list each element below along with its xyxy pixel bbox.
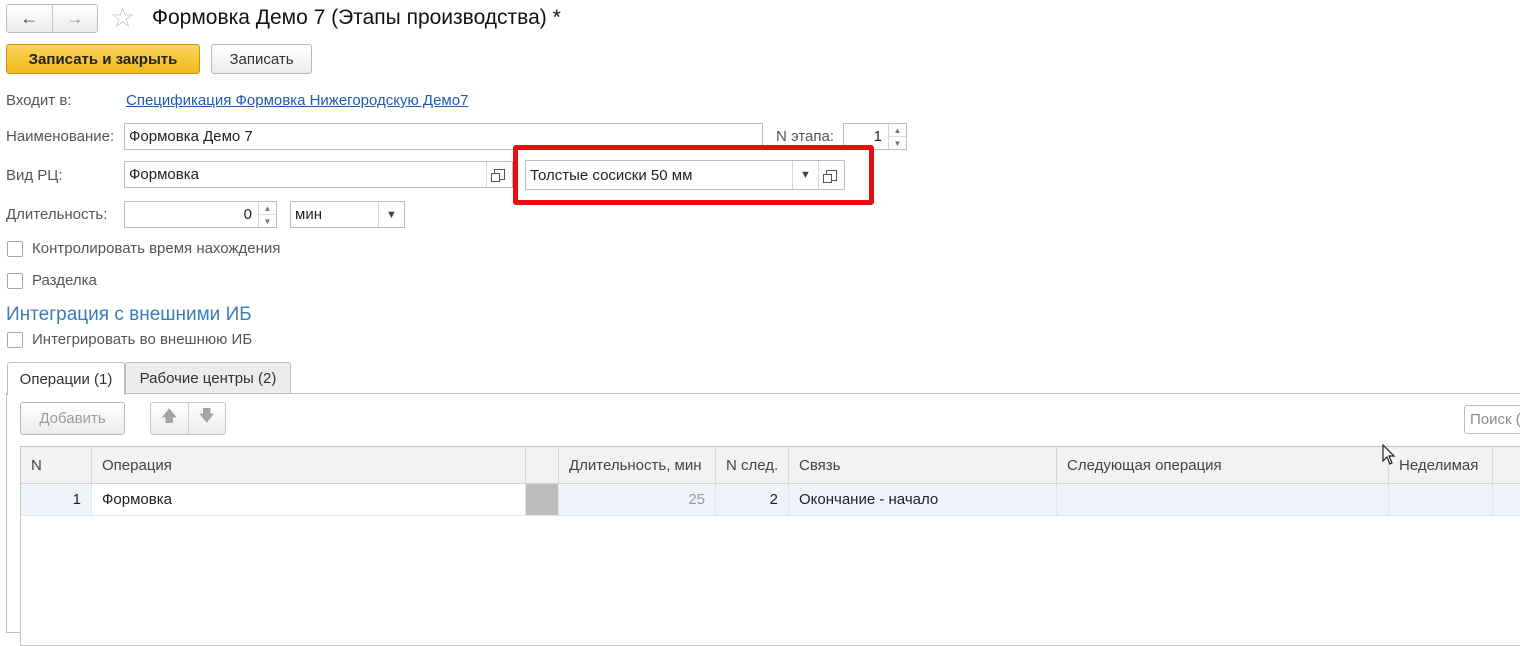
open-icon[interactable] xyxy=(486,162,512,187)
col-header-next-operation[interactable]: Следующая операция xyxy=(1057,447,1389,483)
wc-type-input[interactable]: Формовка xyxy=(124,161,513,188)
forward-arrow-icon[interactable]: → xyxy=(51,5,98,32)
move-buttons: 🡅 🡇 xyxy=(150,402,226,435)
integrate-row: Интегрировать во внешнюю ИБ xyxy=(7,331,252,348)
cutting-label: Разделка xyxy=(32,272,97,289)
col-header-n[interactable]: N xyxy=(21,447,92,483)
duration-spinner[interactable]: ▲ ▼ xyxy=(258,202,276,227)
integration-section-title: Интеграция с внешними ИБ xyxy=(6,304,252,325)
save-and-close-button[interactable]: Записать и закрыть xyxy=(6,44,200,74)
name-value: Формовка Демо 7 xyxy=(129,128,253,145)
duration-label: Длительность: xyxy=(6,206,108,223)
cell-next-n: 2 xyxy=(716,484,789,515)
star-icon[interactable]: ☆ xyxy=(110,2,135,34)
integrate-checkbox[interactable] xyxy=(7,331,23,348)
control-time-label: Контролировать время нахождения xyxy=(32,240,281,257)
wc-type-value: Формовка xyxy=(129,166,199,183)
nav-buttons: ← → xyxy=(6,4,98,33)
col-header-link[interactable]: Связь xyxy=(789,447,1057,483)
control-time-row: Контролировать время нахождения xyxy=(7,240,280,257)
cell-next-operation xyxy=(1057,484,1389,515)
duration-unit-value: мин xyxy=(295,206,322,223)
mouse-cursor-icon xyxy=(1382,444,1396,465)
cell-operation: Формовка xyxy=(92,484,526,515)
parent-spec-link[interactable]: Спецификация Формовка Нижегородскую Демо… xyxy=(126,92,468,109)
stage-number-label: N этапа: xyxy=(776,128,835,145)
tab-work-centers[interactable]: Рабочие центры (2) xyxy=(125,362,291,394)
search-input[interactable]: Поиск ( xyxy=(1464,405,1520,434)
duration-unit-select[interactable]: мин ▼ xyxy=(290,201,405,228)
highlight-frame xyxy=(513,145,874,205)
save-button[interactable]: Записать xyxy=(211,44,312,74)
cutting-row: Разделка xyxy=(7,272,97,289)
col-header-next-n[interactable]: N след. xyxy=(716,447,789,483)
integrate-label: Интегрировать во внешнюю ИБ xyxy=(32,331,253,348)
table-header: N Операция Длительность, мин N след. Свя… xyxy=(21,447,1520,484)
col-header-duration[interactable]: Длительность, мин xyxy=(559,447,716,483)
cell-duration: 25 xyxy=(559,484,716,515)
tab-operations[interactable]: Операции (1) xyxy=(7,362,125,395)
stage-number-value: 1 xyxy=(873,128,882,145)
add-button[interactable]: Добавить xyxy=(20,402,125,435)
move-up-icon[interactable]: 🡅 xyxy=(151,403,188,434)
wc-type-label: Вид РЦ: xyxy=(6,167,63,184)
dropdown-arrow-icon[interactable]: ▼ xyxy=(378,202,404,227)
name-label: Наименование: xyxy=(6,128,115,145)
cutting-checkbox[interactable] xyxy=(7,272,23,289)
col-header-indivisible[interactable]: Неделимая xyxy=(1389,447,1493,483)
cell-indivisible xyxy=(1389,484,1493,515)
control-time-checkbox[interactable] xyxy=(7,240,23,257)
col-header-operation[interactable]: Операция xyxy=(92,447,526,483)
duration-input[interactable]: 0 ▲ ▼ xyxy=(124,201,277,228)
stage-number-spinner[interactable]: ▲ ▼ xyxy=(888,124,906,149)
cell-link: Окончание - начало xyxy=(789,484,1057,515)
parent-label: Входит в: xyxy=(6,92,72,109)
table-row[interactable]: 1 Формовка 25 2 Окончание - начало xyxy=(21,484,1520,516)
cell-n: 1 xyxy=(21,484,92,515)
move-down-icon[interactable]: 🡇 xyxy=(187,403,226,434)
page-title: Формовка Демо 7 (Этапы производства) * xyxy=(152,6,561,29)
operations-table: N Операция Длительность, мин N след. Свя… xyxy=(20,446,1520,646)
back-arrow-icon[interactable]: ← xyxy=(7,5,52,32)
col-header-blank[interactable] xyxy=(526,447,559,483)
cell-marker xyxy=(526,484,559,515)
duration-value: 0 xyxy=(243,206,252,223)
